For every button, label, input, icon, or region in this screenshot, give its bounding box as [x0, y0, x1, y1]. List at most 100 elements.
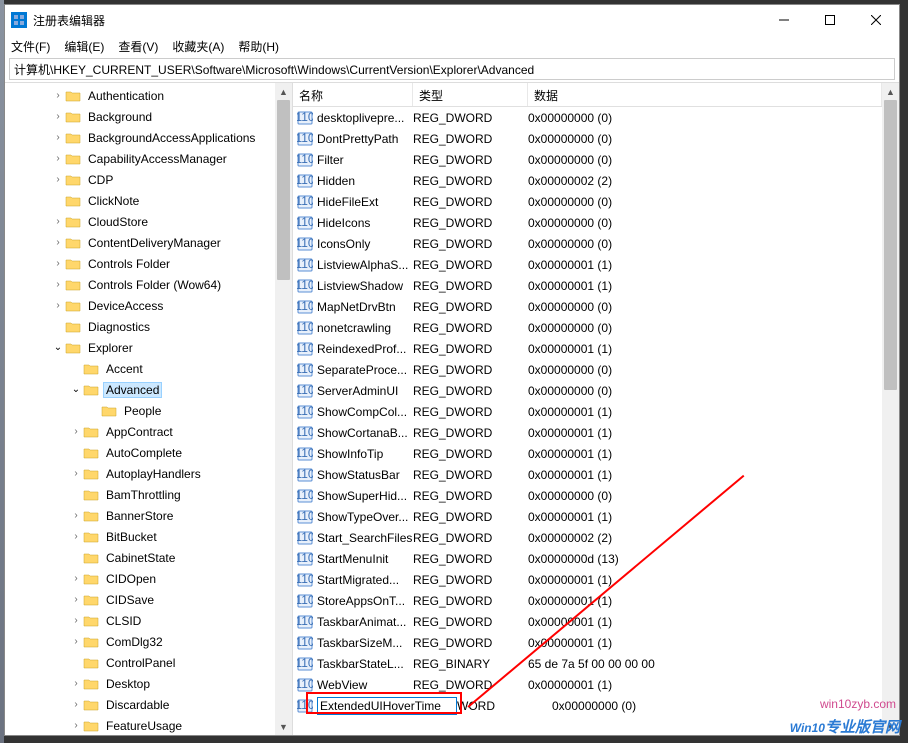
minimize-button[interactable] [761, 5, 807, 35]
tree-item[interactable]: ›FeatureUsage [5, 715, 275, 735]
chevron-down-icon[interactable]: ⌄ [51, 341, 65, 355]
tree-item[interactable]: ›CLSID [5, 610, 275, 631]
registry-value-row[interactable]: 110TaskbarSizeM...REG_DWORD0x00000001 (1… [293, 632, 882, 653]
scroll-down-icon[interactable]: ▼ [275, 718, 292, 735]
registry-value-row[interactable]: 110ShowCortanaB...REG_DWORD0x00000001 (1… [293, 422, 882, 443]
registry-value-row[interactable]: 110ShowTypeOver...REG_DWORD0x00000001 (1… [293, 506, 882, 527]
registry-value-row[interactable]: 110HiddenREG_DWORD0x00000002 (2) [293, 170, 882, 191]
titlebar[interactable]: 注册表编辑器 [5, 5, 899, 35]
registry-value-row[interactable]: 110Start_SearchFilesREG_DWORD0x00000002 … [293, 527, 882, 548]
registry-value-row[interactable]: 110MapNetDrvBtnREG_DWORD0x00000000 (0) [293, 296, 882, 317]
tree-item[interactable]: ›CloudStore [5, 211, 275, 232]
chevron-right-icon[interactable]: › [69, 635, 83, 649]
tree-item[interactable]: ⌄Advanced [5, 379, 275, 400]
chevron-right-icon[interactable]: › [51, 131, 65, 145]
scroll-up-icon[interactable]: ▲ [275, 83, 292, 100]
chevron-right-icon[interactable]: › [69, 467, 83, 481]
chevron-right-icon[interactable]: › [51, 173, 65, 187]
registry-value-row[interactable]: 110TaskbarStateL...REG_BINARY65 de 7a 5f… [293, 653, 882, 674]
registry-value-row[interactable]: 110HideFileExtREG_DWORD0x00000000 (0) [293, 191, 882, 212]
tree-item[interactable]: ›CapabilityAccessManager [5, 148, 275, 169]
close-button[interactable] [853, 5, 899, 35]
chevron-right-icon[interactable]: › [69, 572, 83, 586]
tree-item[interactable]: ›ContentDeliveryManager [5, 232, 275, 253]
tree-scrollbar[interactable]: ▲ ▼ [275, 83, 292, 735]
list-scrollbar[interactable]: ▲ ▼ [882, 83, 899, 735]
maximize-button[interactable] [807, 5, 853, 35]
chevron-down-icon[interactable]: ⌄ [69, 383, 83, 397]
chevron-right-icon[interactable]: › [51, 152, 65, 166]
chevron-right-icon[interactable]: › [51, 257, 65, 271]
tree-item[interactable]: ›BannerStore [5, 505, 275, 526]
tree-item[interactable]: ControlPanel [5, 652, 275, 673]
registry-value-row[interactable]: 110StartMenuInitREG_DWORD0x0000000d (13) [293, 548, 882, 569]
tree-item[interactable]: ›Background [5, 106, 275, 127]
tree-item[interactable]: Diagnostics [5, 316, 275, 337]
menu-view[interactable]: 查看(V) [118, 38, 158, 55]
tree-item[interactable]: People [5, 400, 275, 421]
tree-item[interactable]: AutoComplete [5, 442, 275, 463]
registry-value-row[interactable]: 110ListviewAlphaS...REG_DWORD0x00000001 … [293, 254, 882, 275]
registry-value-row[interactable]: 110ShowInfoTipREG_DWORD0x00000001 (1) [293, 443, 882, 464]
chevron-right-icon[interactable]: › [69, 677, 83, 691]
tree-item[interactable]: ⌄Explorer [5, 337, 275, 358]
col-type[interactable]: 类型 [413, 83, 528, 106]
registry-value-row[interactable]: 110ShowSuperHid...REG_DWORD0x00000000 (0… [293, 485, 882, 506]
chevron-right-icon[interactable]: › [51, 278, 65, 292]
menu-edit[interactable]: 编辑(E) [64, 38, 104, 55]
tree-item[interactable]: ›CDP [5, 169, 275, 190]
chevron-right-icon[interactable]: › [51, 110, 65, 124]
tree-item[interactable]: ›Authentication [5, 85, 275, 106]
tree-item[interactable]: ›CIDSave [5, 589, 275, 610]
registry-value-row[interactable]: 110StoreAppsOnT...REG_DWORD0x00000001 (1… [293, 590, 882, 611]
chevron-right-icon[interactable]: › [51, 299, 65, 313]
scroll-up-icon[interactable]: ▲ [882, 83, 899, 100]
scroll-thumb[interactable] [277, 100, 290, 280]
tree-item[interactable]: ›ComDlg32 [5, 631, 275, 652]
tree-item[interactable]: ›Controls Folder (Wow64) [5, 274, 275, 295]
registry-value-row[interactable]: 110IconsOnlyREG_DWORD0x00000000 (0) [293, 233, 882, 254]
tree-item[interactable]: ClickNote [5, 190, 275, 211]
rename-input[interactable]: ExtendedUIHoverTime [317, 697, 457, 715]
registry-value-row[interactable]: 110desktoplivepre...REG_DWORD0x00000000 … [293, 107, 882, 128]
chevron-right-icon[interactable]: › [69, 698, 83, 712]
tree-item[interactable]: ›CIDOpen [5, 568, 275, 589]
tree-item[interactable]: ›BackgroundAccessApplications [5, 127, 275, 148]
tree-item[interactable]: ›DeviceAccess [5, 295, 275, 316]
tree-item[interactable]: BamThrottling [5, 484, 275, 505]
chevron-right-icon[interactable]: › [69, 530, 83, 544]
col-data[interactable]: 数据 [528, 83, 882, 106]
chevron-right-icon[interactable]: › [69, 719, 83, 733]
tree-item[interactable]: ›AppContract [5, 421, 275, 442]
chevron-right-icon[interactable]: › [51, 89, 65, 103]
registry-value-row[interactable]: 110ExtendedUIHoverTimeWORD0x00000000 (0) [293, 695, 882, 716]
menu-help[interactable]: 帮助(H) [238, 38, 279, 55]
chevron-right-icon[interactable]: › [51, 215, 65, 229]
address-bar[interactable]: 计算机\HKEY_CURRENT_USER\Software\Microsoft… [9, 58, 895, 80]
tree-item[interactable]: ›AutoplayHandlers [5, 463, 275, 484]
registry-value-row[interactable]: 110StartMigrated...REG_DWORD0x00000001 (… [293, 569, 882, 590]
chevron-right-icon[interactable]: › [69, 593, 83, 607]
tree-item[interactable]: CabinetState [5, 547, 275, 568]
tree-item[interactable]: ›Discardable [5, 694, 275, 715]
registry-value-row[interactable]: 110TaskbarAnimat...REG_DWORD0x00000001 (… [293, 611, 882, 632]
col-name[interactable]: 名称 [293, 83, 413, 106]
registry-value-row[interactable]: 110ServerAdminUIREG_DWORD0x00000000 (0) [293, 380, 882, 401]
registry-value-row[interactable]: 110HideIconsREG_DWORD0x00000000 (0) [293, 212, 882, 233]
tree-item[interactable]: ›BitBucket [5, 526, 275, 547]
tree-item[interactable]: ›Controls Folder [5, 253, 275, 274]
chevron-right-icon[interactable]: › [51, 236, 65, 250]
chevron-right-icon[interactable]: › [69, 509, 83, 523]
menu-favorites[interactable]: 收藏夹(A) [172, 38, 224, 55]
registry-value-row[interactable]: 110DontPrettyPathREG_DWORD0x00000000 (0) [293, 128, 882, 149]
chevron-right-icon[interactable]: › [69, 614, 83, 628]
scroll-thumb[interactable] [884, 100, 897, 390]
registry-value-row[interactable]: 110SeparateProce...REG_DWORD0x00000000 (… [293, 359, 882, 380]
tree-item[interactable]: Accent [5, 358, 275, 379]
menu-file[interactable]: 文件(F) [11, 38, 50, 55]
registry-value-row[interactable]: 110WebViewREG_DWORD0x00000001 (1) [293, 674, 882, 695]
registry-value-row[interactable]: 110ShowStatusBarREG_DWORD0x00000001 (1) [293, 464, 882, 485]
registry-value-row[interactable]: 110nonetcrawlingREG_DWORD0x00000000 (0) [293, 317, 882, 338]
chevron-right-icon[interactable]: › [69, 425, 83, 439]
registry-value-row[interactable]: 110ReindexedProf...REG_DWORD0x00000001 (… [293, 338, 882, 359]
